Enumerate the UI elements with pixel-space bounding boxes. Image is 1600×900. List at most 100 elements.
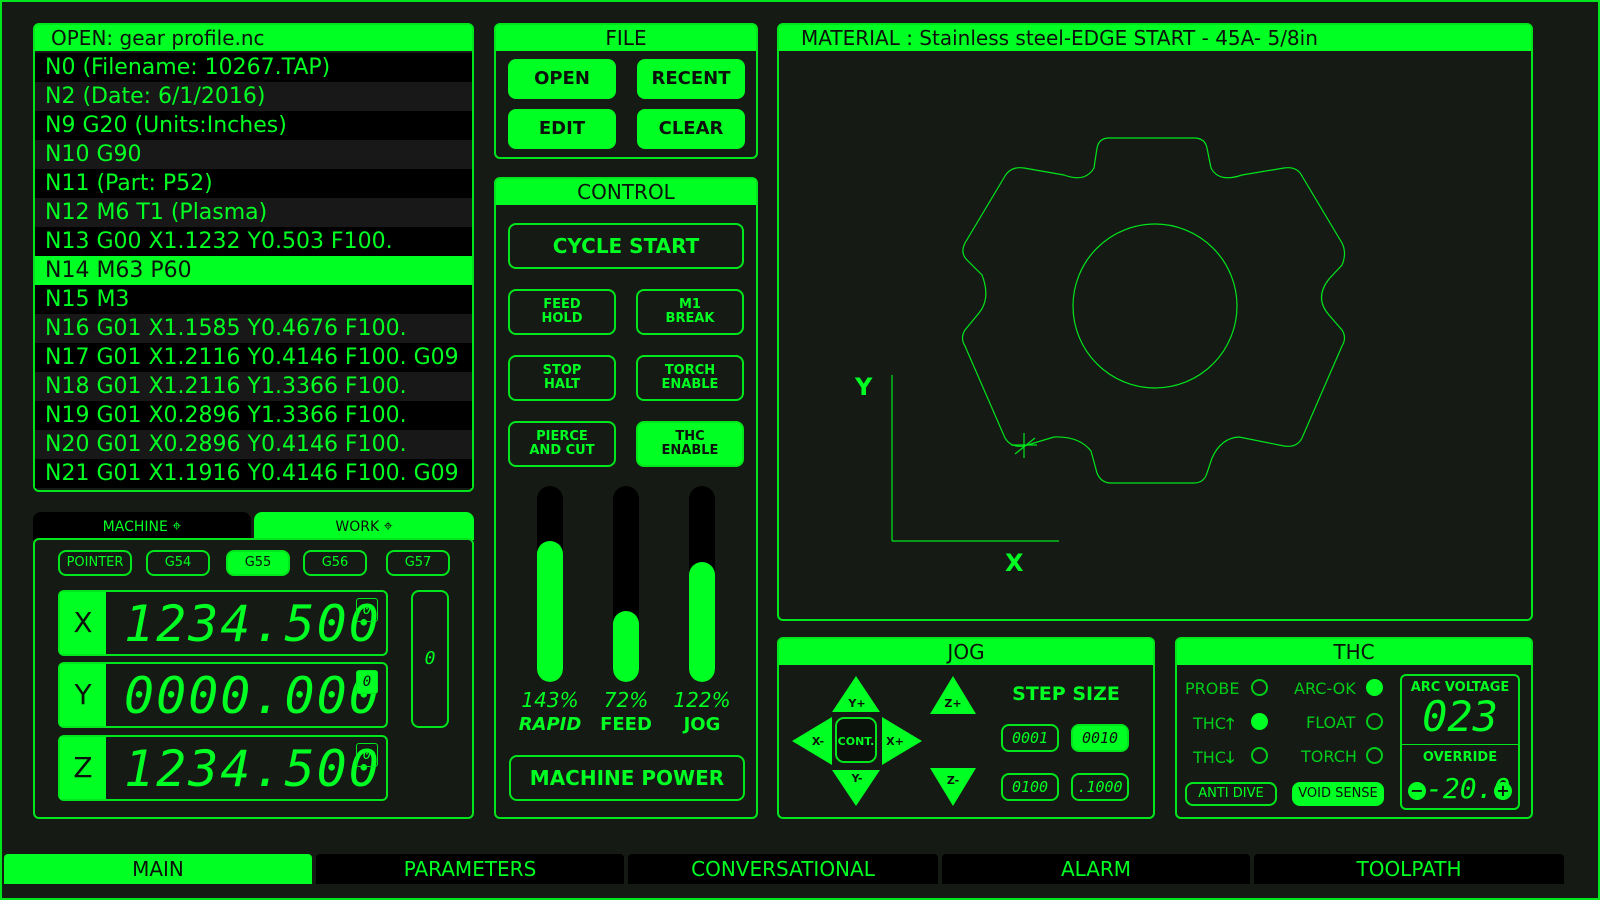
gcode-line[interactable]: N13 G00 X1.1232 Y0.503 F100. xyxy=(35,227,472,256)
gcode-line[interactable]: N17 G01 X1.2116 Y0.4146 F100. G09 xyxy=(35,343,472,372)
m1-break-button[interactable]: M1 BREAK xyxy=(636,289,744,335)
tab-parameters[interactable]: PARAMETERS xyxy=(316,854,624,884)
probe-indicator xyxy=(1251,679,1268,696)
arc-voltage-value: 023 xyxy=(1422,692,1498,741)
work-tab[interactable]: WORK ⌖ xyxy=(254,512,474,540)
gcode-line[interactable]: N16 G01 X1.1585 Y0.4676 F100. xyxy=(35,314,472,343)
offset-pointer[interactable]: POINTER xyxy=(58,550,132,576)
gear-outline xyxy=(961,137,1346,484)
gcode-line[interactable]: N12 M6 T1 (Plasma) xyxy=(35,198,472,227)
jog-title: JOG xyxy=(779,639,1153,665)
arrow-down-icon: 🡓 xyxy=(1225,748,1235,767)
gcode-line[interactable]: N21 G01 X1.1916 Y0.4146 F100. G09 xyxy=(35,459,472,488)
rapid-override-fill xyxy=(537,540,563,682)
arc-ok-label: ARC-OK xyxy=(1294,679,1356,698)
gcode-line[interactable]: N9 G20 (Units:Inches) xyxy=(35,111,472,140)
offset-g56[interactable]: G56 xyxy=(303,550,367,576)
z-plus-label: Z+ xyxy=(944,697,962,710)
x-axis-dro[interactable]: X 1234.500 0 xyxy=(58,590,388,656)
x-zero-button[interactable]: 0 xyxy=(356,598,378,622)
arrow-up-icon: 🡑 xyxy=(1225,714,1235,733)
pierce-point-marker xyxy=(1011,433,1037,458)
z-axis-value: 1234.500 xyxy=(124,740,381,798)
gear-profile xyxy=(961,137,1346,484)
side-value-box[interactable]: 0 xyxy=(411,590,449,728)
pierce-and-cut-button[interactable]: PIERCE AND CUT xyxy=(508,421,616,467)
float-label: FLOAT xyxy=(1306,713,1356,732)
y-axis-label: Y xyxy=(855,373,873,401)
x-axis-label: X xyxy=(1005,549,1024,577)
gcode-line[interactable]: N14 M63 P60 xyxy=(35,256,472,285)
thc-up-text: THC xyxy=(1193,714,1226,733)
override-divider xyxy=(1402,744,1518,745)
gcode-line[interactable]: N10 G90 xyxy=(35,140,472,169)
clear-button[interactable]: CLEAR xyxy=(637,109,745,149)
arc-voltage-box: ARC VOLTAGE 023 OVERRIDE − -20.0 + xyxy=(1400,674,1520,810)
tab-conversational[interactable]: CONVERSATIONAL xyxy=(628,854,938,884)
rapid-override-slider[interactable] xyxy=(537,486,563,682)
gcode-line[interactable]: N19 G01 X0.2896 Y1.3366 F100. xyxy=(35,401,472,430)
gcode-line[interactable]: N18 G01 X1.2116 Y1.3366 F100. xyxy=(35,372,472,401)
z-axis-dro[interactable]: Z 1234.500 0 xyxy=(58,735,388,801)
machine-tab[interactable]: MACHINE ⌖ xyxy=(33,512,251,540)
gcode-line[interactable]: N15 M3 xyxy=(35,285,472,314)
stop-halt-button[interactable]: STOP HALT xyxy=(508,355,616,401)
file-panel: FILE OPEN RECENT EDIT CLEAR xyxy=(494,23,758,159)
tab-alarm[interactable]: ALARM xyxy=(942,854,1250,884)
rapid-label: RAPID xyxy=(518,714,582,735)
jog-override-slider[interactable] xyxy=(689,486,715,682)
x-axis-letter: X xyxy=(60,592,106,654)
offset-g57[interactable]: G57 xyxy=(386,550,450,576)
torch-enable-button[interactable]: TORCH ENABLE xyxy=(636,355,744,401)
z-zero-button[interactable]: 0 xyxy=(356,743,378,767)
cycle-start-button[interactable]: CYCLE START xyxy=(508,223,744,269)
thc-up-label: THC🡑 xyxy=(1193,713,1234,740)
probe-label: PROBE xyxy=(1185,679,1240,698)
gcode-line[interactable]: N11 (Part: P52) xyxy=(35,169,472,198)
gcode-line[interactable]: N20 G01 X0.2896 Y0.4146 F100. xyxy=(35,430,472,459)
gcode-list[interactable]: N0 (Filename: 10267.TAP) N2 (Date: 6/1/20… xyxy=(35,53,472,488)
torch-indicator xyxy=(1366,747,1383,764)
feed-override-slider[interactable] xyxy=(613,486,639,682)
minus-circle-icon[interactable]: − xyxy=(1408,782,1426,800)
feed-override-fill xyxy=(613,611,639,682)
gcode-panel: OPEN: gear profile.nc N0 (Filename: 1026… xyxy=(33,23,474,492)
y-minus-label: Y- xyxy=(851,772,863,785)
step-0001[interactable]: 0001 xyxy=(1001,724,1059,752)
plus-circle-icon[interactable]: + xyxy=(1494,782,1512,800)
void-sense-button[interactable]: VOID SENSE xyxy=(1292,782,1384,806)
open-button[interactable]: OPEN xyxy=(508,59,616,99)
offset-g55[interactable]: G55 xyxy=(226,550,290,576)
x-plus-label: X+ xyxy=(886,735,904,748)
toolpath-view[interactable] xyxy=(779,53,1531,621)
offset-g54[interactable]: G54 xyxy=(146,550,210,576)
override-label: OVERRIDE xyxy=(1422,750,1498,765)
gcode-line[interactable]: N0 (Filename: 10267.TAP) xyxy=(35,53,472,82)
y-axis-letter: Y xyxy=(60,664,106,726)
feed-label: FEED xyxy=(600,714,652,735)
step-0010[interactable]: 0010 xyxy=(1071,724,1129,752)
y-plus-label: Y+ xyxy=(848,697,866,710)
recent-button[interactable]: RECENT xyxy=(637,59,745,99)
thc-enable-button[interactable]: THC ENABLE xyxy=(636,421,744,467)
jog-override-value: 122% xyxy=(673,688,731,712)
anti-dive-button[interactable]: ANTI DIVE xyxy=(1185,782,1277,806)
step-1000[interactable]: .1000 xyxy=(1071,773,1129,801)
thc-down-label: THC🡓 xyxy=(1193,747,1234,774)
feed-hold-button[interactable]: FEED HOLD xyxy=(508,289,616,335)
edit-button[interactable]: EDIT xyxy=(508,109,616,149)
toolpath-panel: MATERIAL : Stainless steel-EDGE START - … xyxy=(777,23,1533,621)
gcode-line[interactable]: N2 (Date: 6/1/2016) xyxy=(35,82,472,111)
y-zero-button[interactable]: 0 xyxy=(356,670,378,694)
jog-override-fill xyxy=(689,562,715,682)
gcode-header: OPEN: gear profile.nc xyxy=(35,25,472,51)
step-0100[interactable]: 0100 xyxy=(1001,773,1059,801)
y-axis-dro[interactable]: Y 0000.000 0 xyxy=(58,662,388,728)
tab-toolpath[interactable]: TOOLPATH xyxy=(1254,854,1564,884)
side-value: 0 xyxy=(424,648,436,669)
work-tab-label: WORK xyxy=(335,519,380,535)
thc-down-indicator xyxy=(1251,747,1268,764)
machine-power-button[interactable]: MACHINE POWER xyxy=(509,755,745,801)
crosshair-icon: ⌖ xyxy=(172,516,182,535)
tab-main[interactable]: MAIN xyxy=(4,854,312,884)
